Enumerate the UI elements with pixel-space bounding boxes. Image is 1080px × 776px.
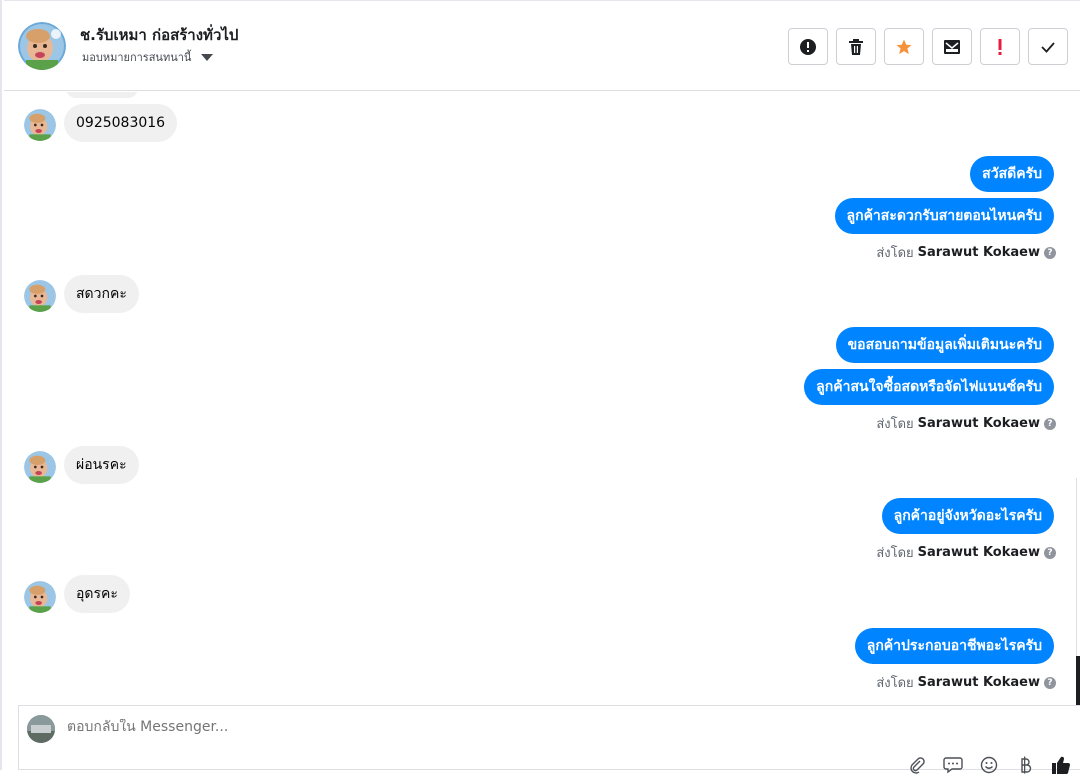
message-bubble-outgoing[interactable]: ลูกค้าสนใจซื้อสดหรือจัดไฟแนนซ์ครับ	[804, 369, 1054, 405]
conversation-panel: ช.รับเหมา ก่อสร้างทั่วไป มอบหมายการสนทนา…	[0, 0, 1080, 775]
thumbs-up-icon	[1052, 756, 1070, 775]
caret-down-icon	[201, 53, 214, 61]
star-icon	[896, 39, 912, 54]
sent-by-label: ส่งโดย Sarawut Kokaew ?	[876, 672, 1056, 693]
envelope-icon	[944, 39, 960, 54]
exclamation-icon	[998, 38, 1002, 55]
contact-avatar-small	[24, 280, 56, 312]
reply-composer	[18, 705, 1080, 775]
help-icon[interactable]: ?	[1044, 546, 1056, 559]
star-button[interactable]	[884, 28, 924, 65]
contact-avatar-small	[24, 581, 56, 613]
emoji-button[interactable]	[978, 754, 1000, 776]
assign-conversation-dropdown[interactable]: มอบหมายการสนทนานี้	[82, 48, 214, 66]
sent-by-prefix: ส่งโดย	[876, 676, 914, 691]
message-bubble-incoming[interactable]: อุดรคะ	[64, 575, 130, 613]
like-button[interactable]	[1050, 754, 1072, 776]
follow-up-button[interactable]	[980, 28, 1020, 65]
contact-avatar[interactable]	[18, 22, 66, 70]
smiley-icon	[980, 756, 998, 774]
reply-input[interactable]	[67, 719, 667, 735]
sent-by-label: ส่งโดย Sarawut Kokaew ?	[876, 542, 1056, 563]
sent-by-label: ส่งโดย Sarawut Kokaew ?	[876, 242, 1056, 263]
composer-tools	[906, 754, 1072, 776]
attachment-button[interactable]	[906, 754, 928, 776]
help-icon[interactable]: ?	[1044, 417, 1056, 430]
contact-name: ช.รับเหมา ก่อสร้างทั่วไป	[80, 26, 239, 44]
contact-avatar-small	[24, 451, 56, 483]
paperclip-icon	[910, 757, 925, 774]
message-bubble-outgoing[interactable]: ขอสอบถามข้อมูลเพิ่มเติมนะครับ	[835, 327, 1054, 363]
help-icon[interactable]: ?	[1044, 676, 1056, 689]
baht-icon	[1021, 756, 1032, 774]
message-thread[interactable]: 0925083016 สวัสดีครับ ลูกค้าสะดวกรับสายต…	[4, 92, 1080, 702]
payment-button[interactable]	[1014, 754, 1036, 776]
spam-button[interactable]	[788, 28, 828, 65]
assign-label: มอบหมายการสนทนานี้	[82, 51, 192, 64]
agent-name: Sarawut Kokaew	[917, 245, 1040, 260]
message-bubble-outgoing[interactable]: ลูกค้าอยู่จังหวัดอะไรครับ	[881, 498, 1054, 534]
mark-done-button[interactable]	[1028, 28, 1068, 65]
page-avatar	[27, 715, 55, 743]
header-actions	[788, 28, 1068, 65]
sent-by-prefix: ส่งโดย	[876, 417, 914, 432]
agent-name: Sarawut Kokaew	[917, 545, 1040, 560]
contact-avatar-small	[24, 109, 56, 141]
agent-name: Sarawut Kokaew	[917, 675, 1040, 690]
trash-icon	[849, 38, 863, 55]
check-icon	[1041, 41, 1055, 53]
message-bubble-incoming[interactable]: สดวกคะ	[64, 275, 139, 313]
chat-bubble-icon	[943, 757, 963, 774]
message-bubble-incoming[interactable]: ผ่อนรคะ	[64, 446, 139, 484]
sent-by-prefix: ส่งโดย	[876, 546, 914, 561]
scroll-track[interactable]	[1076, 478, 1080, 658]
message-bubble-outgoing[interactable]: ลูกค้าสะดวกรับสายตอนไหนครับ	[834, 198, 1054, 234]
saved-replies-button[interactable]	[942, 754, 964, 776]
message-bubble-incoming-partial	[66, 92, 138, 98]
conversation-header: ช.รับเหมา ก่อสร้างทั่วไป มอบหมายการสนทนา…	[4, 0, 1080, 91]
sent-by-label: ส่งโดย Sarawut Kokaew ?	[876, 413, 1056, 434]
agent-name: Sarawut Kokaew	[917, 416, 1040, 431]
message-bubble-incoming[interactable]: 0925083016	[64, 104, 178, 142]
message-bubble-outgoing[interactable]: ลูกค้าประกอบอาชีพอะไรครับ	[854, 628, 1054, 664]
alert-circle-icon	[800, 38, 816, 55]
delete-button[interactable]	[836, 28, 876, 65]
sent-by-prefix: ส่งโดย	[876, 246, 914, 261]
message-bubble-outgoing[interactable]: สวัสดีครับ	[970, 156, 1054, 192]
help-icon[interactable]: ?	[1044, 246, 1056, 259]
mark-unread-button[interactable]	[932, 28, 972, 65]
